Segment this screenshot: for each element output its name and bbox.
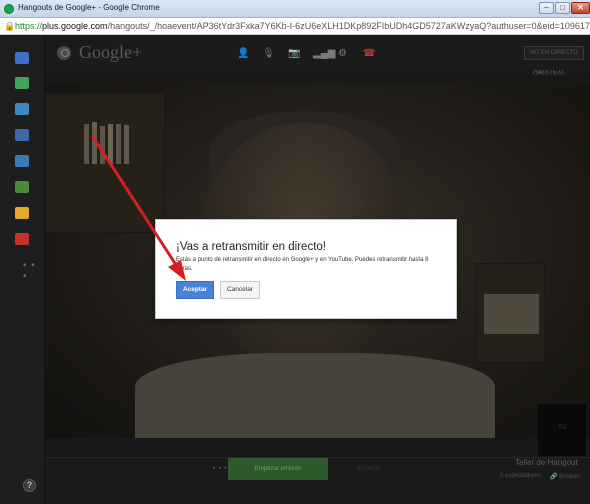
more-apps-icon[interactable]: • • • <box>23 260 37 282</box>
window-title: Hangouts de Google+ - Google Chrome <box>18 3 160 12</box>
url-scheme: https:// <box>15 21 43 31</box>
links-button[interactable]: 🔗 Enlaces <box>550 473 581 480</box>
video-icon[interactable] <box>15 129 29 141</box>
link-icon: 🔗 <box>550 474 558 480</box>
broadcast-confirm-dialog: ¡Vas a retransmitir en directo! Estás a … <box>155 219 457 319</box>
apps-icon[interactable] <box>15 103 29 115</box>
settings-icon[interactable]: ⚙ <box>338 48 347 59</box>
control-room-icon[interactable] <box>15 155 29 167</box>
drive-icon[interactable] <box>15 207 29 219</box>
lock-icon: 🔒 <box>4 21 16 31</box>
help-icon[interactable]: ? <box>23 479 36 492</box>
broadcast-timer: 00:00:00 <box>357 466 381 472</box>
maximize-button[interactable]: □ <box>555 2 570 14</box>
screenshare-icon[interactable] <box>15 77 29 89</box>
dialog-heading: ¡Vas a retransmitir en directo! <box>176 241 326 253</box>
brand-logo: Google+ <box>79 42 143 62</box>
start-broadcast-button[interactable]: Empezar emisión <box>228 458 328 480</box>
close-window-button[interactable]: ✕ <box>571 2 590 14</box>
event-title: Taller de Hangout <box>515 458 578 467</box>
url-text[interactable]: https://plus.google.com/hangouts/_/hoaev… <box>15 21 590 31</box>
address-bar[interactable]: 🔒 https://plus.google.com/hangouts/_/hoa… <box>0 18 590 35</box>
hangout-viewport: Google+ 👤 🎙 📷 ▂▄▆ ⚙ ☎ NO EN DIRECTO ORIG… <box>0 35 590 504</box>
person-add-icon[interactable]: 👤 <box>237 48 249 59</box>
accept-button[interactable]: Aceptar <box>176 281 214 299</box>
broadcast-bar: • • • · · Empezar emisión 00:00:00 Talle… <box>45 457 590 504</box>
hangout-topbar: Google+ 👤 🎙 📷 ▂▄▆ ⚙ ☎ NO EN DIRECTO ORIG… <box>45 35 590 77</box>
live-status-pill: NO EN DIRECTO <box>524 46 584 60</box>
gplus-icon <box>57 46 71 60</box>
toolbox-icon[interactable] <box>15 181 29 193</box>
signal-icon[interactable]: ▂▄▆ <box>313 48 335 59</box>
youtube-icon[interactable] <box>15 233 29 245</box>
dialog-body: Estás a punto de retransmitir en directo… <box>176 257 429 272</box>
cancel-button[interactable]: Cancelar <box>220 281 260 299</box>
window-titlebar: Hangouts de Google+ - Google Chrome – □ … <box>0 0 590 18</box>
hangup-icon[interactable]: ☎ <box>363 48 375 59</box>
camera-off-icon[interactable]: 📷 <box>288 48 300 59</box>
mic-off-icon[interactable]: 🎙 <box>262 48 275 59</box>
url-path: /hangouts/_/hoaevent/AP36tYdr3Fxka7Y6Kb-… <box>107 21 590 31</box>
viewers-count: 0 espectadores <box>500 473 542 479</box>
minimize-button[interactable]: – <box>539 2 554 14</box>
chrome-app-icon <box>4 4 14 14</box>
url-host: plus.google.com <box>42 21 108 31</box>
chat-icon[interactable] <box>15 52 29 64</box>
links-label: Enlaces <box>559 474 581 480</box>
app-sidebar: • • • ? <box>0 35 45 504</box>
